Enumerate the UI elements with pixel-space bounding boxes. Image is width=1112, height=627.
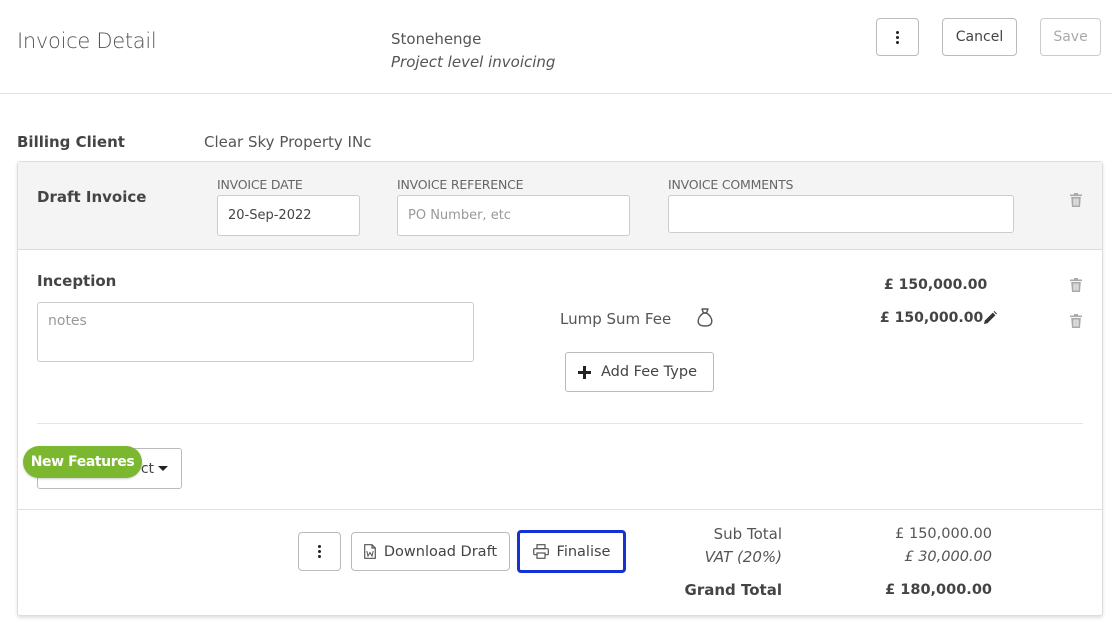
new-features-badge[interactable]: New Features [23, 446, 142, 478]
fee-name: Lump Sum Fee [560, 310, 672, 328]
billing-client-label: Billing Client [17, 133, 125, 151]
grand-total-label: Grand Total [684, 581, 782, 599]
stage-notes-input[interactable]: notes [37, 302, 474, 362]
caret-down-icon [158, 466, 168, 471]
pencil-icon[interactable] [983, 311, 997, 325]
stage-total-amount: £ 150,000.00 [884, 277, 988, 293]
fee-amount: £ 150,000.00 [880, 310, 984, 326]
finalise-label: Finalise [556, 543, 611, 560]
stage-title: Inception [37, 272, 117, 290]
grand-total-value: £ 180,000.00 [885, 582, 992, 598]
sub-total-label: Sub Total [713, 525, 782, 543]
vat-value: £ 30,000.00 [904, 549, 992, 565]
invoice-date-label: INVOICE DATE [217, 177, 303, 192]
vertical-dots-icon [896, 30, 899, 44]
trash-icon[interactable] [1070, 193, 1082, 207]
more-actions-button[interactable] [298, 532, 341, 571]
more-options-button[interactable] [876, 18, 919, 56]
trash-icon[interactable] [1070, 314, 1082, 328]
divider [18, 509, 1102, 510]
select-dropdown-label: ct [140, 460, 154, 477]
invoice-date-input[interactable]: 20-Sep-2022 [217, 195, 360, 236]
add-fee-type-label: Add Fee Type [601, 364, 697, 380]
vertical-dots-icon [318, 545, 321, 558]
divider [37, 423, 1083, 424]
cancel-button[interactable]: Cancel [942, 18, 1017, 56]
printer-icon [532, 544, 549, 559]
project-subtitle: Project level invoicing [391, 53, 556, 71]
trash-icon[interactable] [1070, 278, 1082, 292]
plus-icon [578, 365, 591, 379]
page-header: Invoice Detail Stonehenge Project level … [0, 0, 1112, 94]
invoice-card: Draft Invoice INVOICE DATE 20-Sep-2022 I… [17, 161, 1103, 616]
money-bag-icon [697, 308, 713, 327]
invoice-comments-label: INVOICE COMMENTS [668, 177, 794, 192]
project-name: Stonehenge [391, 30, 482, 48]
download-draft-label: Download Draft [383, 543, 498, 560]
billing-client-value: Clear Sky Property INc [204, 133, 372, 151]
invoice-reference-input[interactable]: PO Number, etc [397, 195, 630, 236]
draft-invoice-title: Draft Invoice [37, 188, 147, 206]
save-button[interactable]: Save [1040, 18, 1101, 56]
sub-total-value: £ 150,000.00 [895, 526, 992, 542]
download-draft-button[interactable]: Download Draft [351, 532, 510, 571]
invoice-comments-input[interactable] [668, 195, 1014, 233]
add-fee-type-button[interactable]: Add Fee Type [565, 352, 714, 392]
page-title: Invoice Detail [17, 29, 157, 53]
invoice-reference-label: INVOICE REFERENCE [397, 177, 524, 192]
word-document-icon [363, 544, 376, 559]
finalise-button[interactable]: Finalise [517, 530, 626, 573]
vat-label: VAT (20%) [704, 548, 782, 566]
draft-invoice-bar: Draft Invoice INVOICE DATE 20-Sep-2022 I… [18, 162, 1102, 250]
